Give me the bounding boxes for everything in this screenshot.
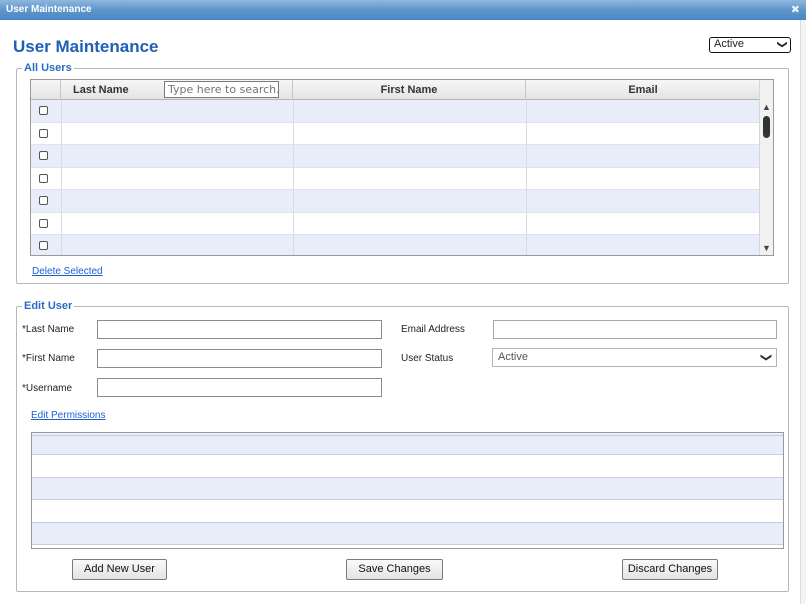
table-row[interactable] bbox=[31, 145, 760, 168]
user-status-select[interactable]: Active ❯ bbox=[492, 348, 777, 367]
status-filter-value: Active bbox=[714, 38, 744, 50]
column-divider bbox=[61, 167, 62, 189]
add-new-user-button[interactable]: Add New User bbox=[72, 559, 167, 580]
column-divider bbox=[526, 100, 527, 122]
column-divider bbox=[61, 190, 62, 212]
close-icon[interactable]: ✖ bbox=[791, 0, 800, 20]
table-row[interactable] bbox=[31, 190, 760, 213]
first-name-field[interactable] bbox=[97, 349, 382, 368]
column-divider bbox=[61, 212, 62, 234]
scroll-down-icon[interactable]: ▼ bbox=[762, 243, 771, 253]
edit-permissions-link[interactable]: Edit Permissions bbox=[31, 410, 105, 421]
column-divider bbox=[61, 122, 62, 144]
column-divider bbox=[61, 145, 62, 167]
table-row[interactable] bbox=[32, 477, 783, 500]
row-checkbox[interactable] bbox=[39, 128, 48, 138]
column-divider bbox=[293, 145, 294, 167]
permissions-table bbox=[31, 432, 784, 549]
table-row[interactable] bbox=[32, 522, 783, 545]
table-row[interactable] bbox=[32, 455, 783, 478]
column-divider bbox=[61, 100, 62, 122]
row-checkbox[interactable] bbox=[39, 218, 48, 228]
row-checkbox[interactable] bbox=[39, 151, 48, 160]
column-divider bbox=[526, 122, 527, 144]
all-users-legend: All Users bbox=[22, 62, 74, 74]
page-title: User Maintenance bbox=[13, 37, 159, 56]
column-divider bbox=[526, 212, 527, 234]
column-header-label: Last Name bbox=[73, 84, 129, 96]
column-divider bbox=[526, 235, 527, 255]
column-header-email[interactable]: Email bbox=[526, 80, 760, 100]
delete-selected-link[interactable]: Delete Selected bbox=[32, 266, 103, 277]
table-row[interactable] bbox=[31, 235, 760, 255]
table-row[interactable] bbox=[32, 436, 783, 455]
column-divider bbox=[526, 190, 527, 212]
column-header-last-name[interactable]: Last Name bbox=[61, 80, 293, 100]
email-label: Email Address bbox=[401, 324, 465, 335]
users-table-header: Last Name First Name Email bbox=[31, 80, 760, 100]
scroll-up-icon[interactable]: ▲ bbox=[762, 102, 771, 112]
window-edge bbox=[800, 20, 806, 604]
column-divider bbox=[293, 235, 294, 255]
discard-changes-button[interactable]: Discard Changes bbox=[622, 559, 718, 580]
last-name-field[interactable] bbox=[97, 320, 382, 339]
column-divider bbox=[61, 235, 62, 255]
row-checkbox[interactable] bbox=[39, 106, 48, 115]
last-name-label: *Last Name bbox=[22, 324, 75, 335]
user-status-value: Active bbox=[498, 351, 528, 363]
column-divider bbox=[293, 122, 294, 144]
table-row[interactable] bbox=[32, 500, 783, 523]
column-divider bbox=[293, 167, 294, 189]
column-header-first-name[interactable]: First Name bbox=[293, 80, 526, 100]
window-title: User Maintenance bbox=[6, 4, 92, 15]
row-checkbox[interactable] bbox=[39, 173, 48, 183]
email-field[interactable] bbox=[493, 320, 777, 339]
search-input[interactable] bbox=[164, 81, 279, 98]
table-row[interactable] bbox=[31, 100, 760, 123]
users-table: Last Name First Name Email ▲ ▼ bbox=[30, 79, 774, 256]
save-changes-button[interactable]: Save Changes bbox=[346, 559, 443, 580]
users-table-body bbox=[31, 100, 760, 255]
checkbox-column-header bbox=[31, 80, 61, 100]
column-divider bbox=[293, 190, 294, 212]
user-status-label: User Status bbox=[401, 353, 454, 364]
row-checkbox[interactable] bbox=[39, 196, 48, 205]
column-divider bbox=[293, 212, 294, 234]
scrollbar-thumb[interactable] bbox=[763, 116, 770, 138]
edit-user-legend: Edit User bbox=[22, 300, 75, 312]
chevron-down-icon: ❯ bbox=[776, 40, 788, 49]
scrollbar[interactable]: ▲ ▼ bbox=[759, 80, 773, 255]
column-divider bbox=[526, 145, 527, 167]
username-label: *Username bbox=[22, 383, 73, 394]
window-titlebar: User Maintenance ✖ bbox=[0, 0, 806, 20]
chevron-down-icon: ❯ bbox=[759, 352, 772, 363]
table-row[interactable] bbox=[31, 122, 760, 145]
table-row[interactable] bbox=[31, 167, 760, 190]
column-divider bbox=[293, 100, 294, 122]
status-filter-select[interactable]: Active ❯ bbox=[709, 37, 791, 53]
username-field[interactable] bbox=[97, 378, 382, 397]
row-checkbox[interactable] bbox=[39, 241, 48, 250]
table-row[interactable] bbox=[31, 212, 760, 235]
column-divider bbox=[526, 167, 527, 189]
first-name-label: *First Name bbox=[22, 353, 75, 364]
